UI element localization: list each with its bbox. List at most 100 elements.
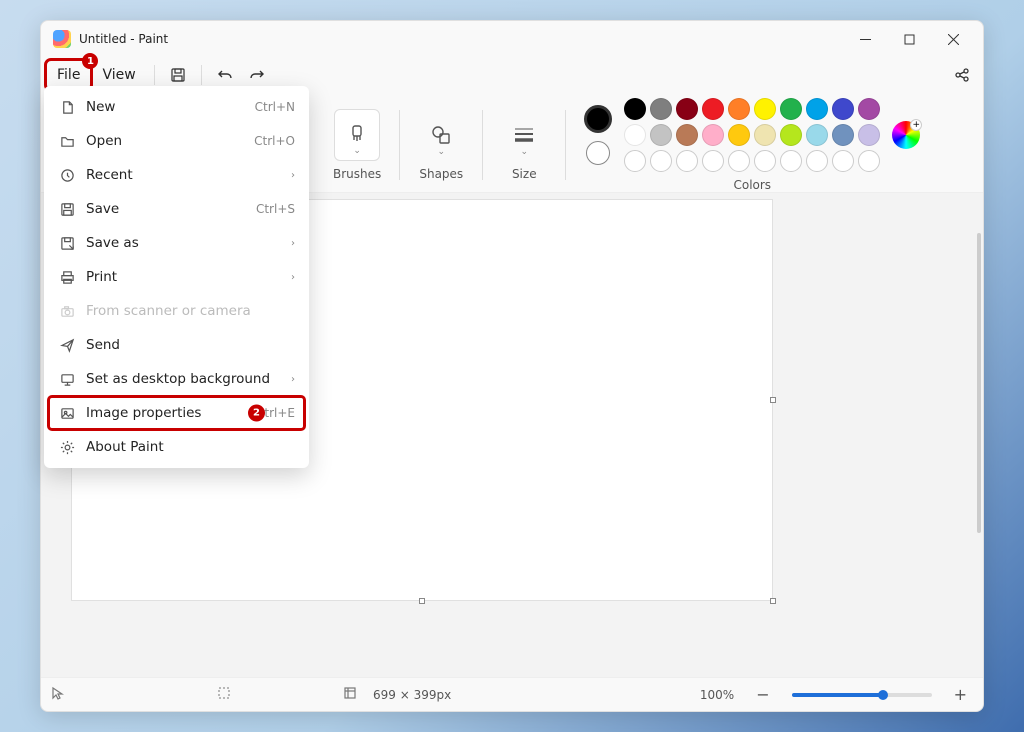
color-swatch-empty[interactable] <box>702 150 724 172</box>
color-swatch-empty[interactable] <box>728 150 750 172</box>
file-menu-item[interactable]: Set as desktop background › <box>48 362 305 396</box>
size-button[interactable]: ⌄ <box>501 109 547 161</box>
selection-icon <box>217 686 231 703</box>
color-swatch[interactable] <box>858 124 880 146</box>
color-primary[interactable] <box>584 105 612 133</box>
menubar-separator <box>201 65 202 85</box>
brushes-button[interactable]: ⌄ <box>334 109 380 161</box>
file-menu-item-label: About Paint <box>86 439 164 455</box>
file-menu-item[interactable]: Recent › <box>48 158 305 192</box>
file-menu-item[interactable]: About Paint <box>48 430 305 464</box>
file-menu-item-label: Open <box>86 133 122 149</box>
resize-handle-right[interactable] <box>770 397 776 403</box>
color-swatch-empty[interactable] <box>832 150 854 172</box>
file-menu-item-label: Image properties <box>86 405 201 421</box>
file-menu-item[interactable]: Save as› <box>48 226 305 260</box>
chevron-right-icon: › <box>291 238 295 249</box>
chevron-right-icon: › <box>291 170 295 181</box>
color-swatch[interactable] <box>728 98 750 120</box>
zoom-in-button[interactable]: + <box>948 685 973 704</box>
menu-file[interactable]: File 1 <box>47 61 90 89</box>
close-button[interactable] <box>931 23 975 55</box>
color-swatch[interactable] <box>858 98 880 120</box>
menu-view[interactable]: View <box>92 61 145 89</box>
size-label: Size <box>512 167 537 181</box>
color-swatch[interactable] <box>676 98 698 120</box>
status-zoom: 100% <box>700 688 734 702</box>
color-swatch-empty[interactable] <box>780 150 802 172</box>
ribbon-group-brushes: ⌄ Brushes <box>321 97 393 192</box>
color-swatch[interactable] <box>702 124 724 146</box>
chevron-right-icon: › <box>291 374 295 385</box>
scrollbar-vertical[interactable] <box>977 233 981 533</box>
zoom-slider[interactable] <box>792 693 932 697</box>
color-secondary[interactable] <box>586 141 610 165</box>
color-swatch[interactable] <box>728 124 750 146</box>
shortcut-label: Ctrl+O <box>254 134 295 148</box>
color-swatch-empty[interactable] <box>858 150 880 172</box>
color-swatch-empty[interactable] <box>676 150 698 172</box>
file-menu-item[interactable]: Image propertiesCtrl+E2 <box>48 396 305 430</box>
paint-app-icon <box>53 30 71 48</box>
color-swatch-empty[interactable] <box>806 150 828 172</box>
color-swatch[interactable] <box>754 124 776 146</box>
file-menu-item: From scanner or camera <box>48 294 305 328</box>
color-swatch[interactable] <box>806 124 828 146</box>
ribbon-group-colors: + Colors <box>572 97 932 192</box>
maximize-button[interactable] <box>887 23 931 55</box>
desktop-icon <box>58 372 76 387</box>
file-menu-item[interactable]: Open Ctrl+O <box>48 124 305 158</box>
shortcut-label: Ctrl+S <box>256 202 295 216</box>
resize-handle-bottom[interactable] <box>419 598 425 604</box>
minimize-button[interactable] <box>843 23 887 55</box>
color-swatch-empty[interactable] <box>624 150 646 172</box>
file-menu-item-label: New <box>86 99 115 115</box>
color-swatch[interactable] <box>650 98 672 120</box>
file-menu-item-label: Recent <box>86 167 133 183</box>
statusbar: 699 × 399px 100% − + <box>41 677 983 711</box>
color-swatch[interactable] <box>754 98 776 120</box>
color-swatch[interactable] <box>676 124 698 146</box>
file-menu-item[interactable]: Print › <box>48 260 305 294</box>
cursor-position-icon <box>51 686 65 703</box>
doc-icon <box>58 100 76 115</box>
share-icon[interactable] <box>947 60 977 90</box>
color-swatch[interactable] <box>650 124 672 146</box>
ribbon-separator <box>399 110 400 180</box>
window-title: Untitled - Paint <box>79 32 168 46</box>
file-menu-item-label: Save <box>86 201 119 217</box>
color-swatch-empty[interactable] <box>754 150 776 172</box>
print-icon <box>58 270 76 285</box>
camera-icon <box>58 304 76 319</box>
chevron-down-icon: ⌄ <box>353 146 361 156</box>
shortcut-label: Ctrl+N <box>255 100 295 114</box>
zoom-slider-thumb[interactable] <box>878 690 888 700</box>
menu-view-label: View <box>102 67 135 83</box>
color-swatch-empty[interactable] <box>650 150 672 172</box>
color-swatch[interactable] <box>624 98 646 120</box>
clock-icon <box>58 168 76 183</box>
color-swatch[interactable] <box>806 98 828 120</box>
color-swatch[interactable] <box>780 124 802 146</box>
file-menu-item[interactable]: Send <box>48 328 305 362</box>
chevron-down-icon: ⌄ <box>520 147 528 157</box>
shapes-button[interactable]: ⌄ <box>418 109 464 161</box>
resize-handle-corner[interactable] <box>770 598 776 604</box>
edit-colors-button[interactable]: + <box>892 121 920 149</box>
color-swatch[interactable] <box>780 98 802 120</box>
file-menu-item-label: Set as desktop background <box>86 371 270 387</box>
file-menu-item-label: Print <box>86 269 117 285</box>
save-icon <box>58 202 76 217</box>
chevron-right-icon: › <box>291 272 295 283</box>
ribbon-group-shapes: ⌄ Shapes <box>406 97 476 192</box>
color-swatch[interactable] <box>832 98 854 120</box>
color-swatch[interactable] <box>702 98 724 120</box>
file-menu-item[interactable]: New Ctrl+N <box>48 90 305 124</box>
zoom-out-button[interactable]: − <box>750 685 775 704</box>
color-swatch[interactable] <box>624 124 646 146</box>
color-swatch[interactable] <box>832 124 854 146</box>
image-icon <box>58 406 76 421</box>
saveas-icon <box>58 236 76 251</box>
titlebar: Untitled - Paint <box>41 21 983 57</box>
file-menu-item[interactable]: Save Ctrl+S <box>48 192 305 226</box>
